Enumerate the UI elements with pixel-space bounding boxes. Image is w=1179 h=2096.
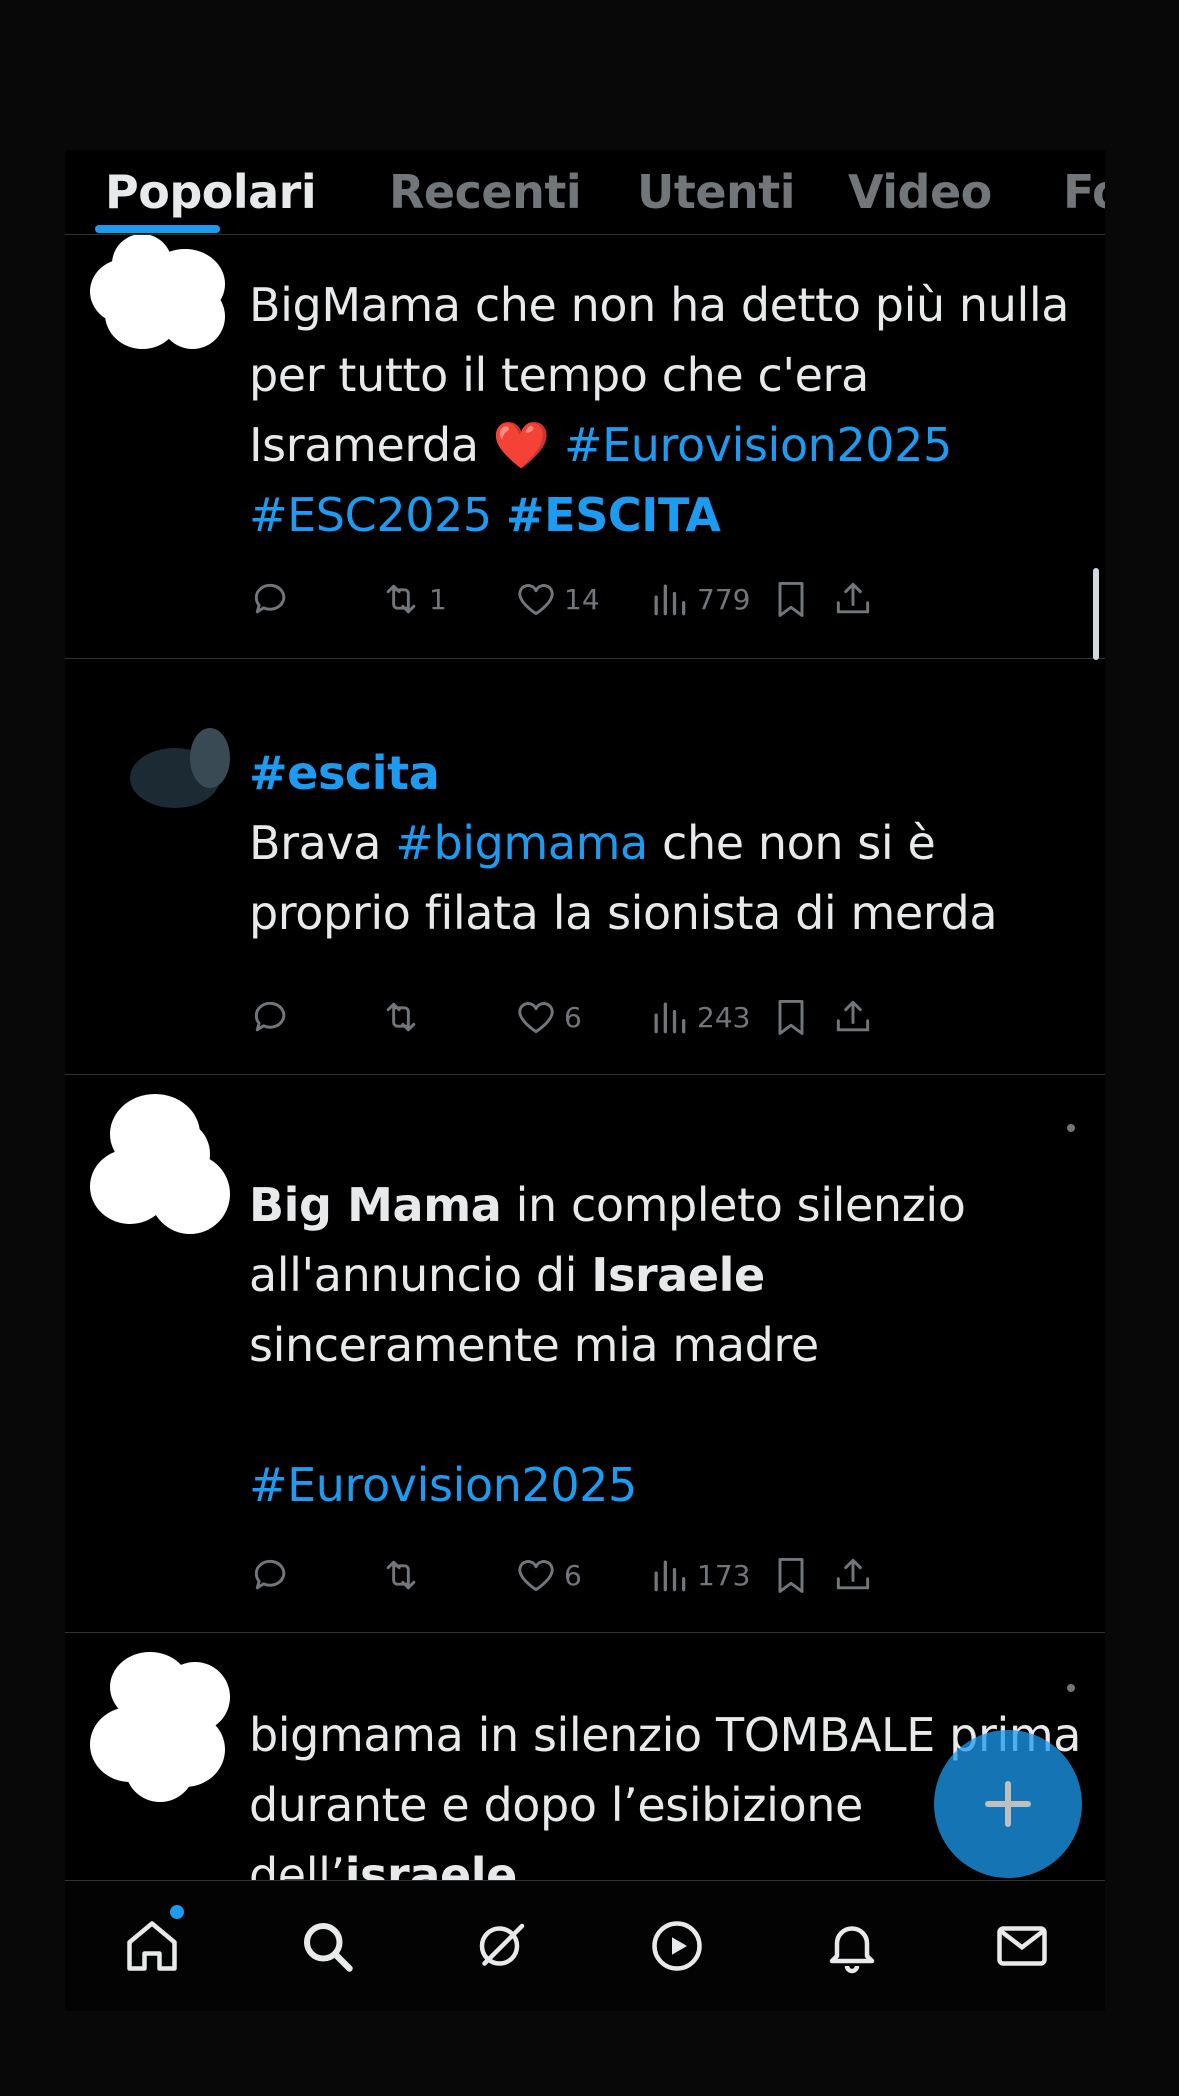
post[interactable]: Big Mama in completo silenzio all'annunc…	[65, 1074, 1105, 1633]
post-actions: 6 243	[249, 992, 1084, 1042]
repost-button[interactable]: 1	[379, 574, 447, 624]
share-button[interactable]	[831, 574, 875, 624]
bookmark-icon	[778, 1557, 804, 1593]
messages-icon[interactable]	[987, 1911, 1057, 1981]
post[interactable]: BigMama che non ha detto più nulla per t…	[65, 234, 1105, 659]
tab-utenti[interactable]: Utenti	[637, 150, 796, 234]
share-icon	[836, 1558, 870, 1590]
avatar[interactable]	[90, 728, 230, 848]
hashtag-link[interactable]: #Eurovision2025	[564, 418, 952, 472]
tab-popolari[interactable]: Popolari	[105, 150, 317, 234]
bookmark-icon	[778, 581, 804, 617]
post-text: #escita Brava #bigmama che non si è propr…	[249, 738, 1099, 948]
views-button[interactable]: 173	[647, 1550, 750, 1600]
reply-icon	[254, 583, 286, 614]
plus-icon	[985, 1781, 1031, 1827]
avatar[interactable]	[90, 1094, 230, 1234]
views-icon	[654, 1560, 686, 1592]
like-button[interactable]: 6	[514, 992, 582, 1042]
hashtag-link[interactable]: #ESCITA	[506, 488, 721, 542]
hashtag-link[interactable]: #escita	[249, 746, 440, 800]
bottom-navigation	[65, 1880, 1105, 2011]
views-count: 173	[697, 1558, 751, 1592]
bookmark-icon	[778, 999, 804, 1035]
timeline: BigMama che non ha detto più nulla per t…	[65, 150, 1105, 1880]
avatar[interactable]	[90, 1652, 230, 1802]
share-icon	[836, 1000, 870, 1032]
hashtag-link[interactable]: #ESC2025	[249, 488, 492, 542]
repost-icon	[386, 584, 416, 614]
hashtag-link[interactable]: #bigmama	[395, 816, 648, 870]
reply-icon	[254, 1001, 286, 1032]
views-icon	[654, 584, 686, 616]
repost-count: 1	[429, 582, 447, 616]
bookmark-button[interactable]	[769, 992, 813, 1042]
more-options-icon[interactable]	[1067, 1684, 1075, 1692]
share-button[interactable]	[831, 992, 875, 1042]
heart-icon	[518, 1560, 554, 1592]
text-run	[550, 418, 564, 472]
active-tab-indicator	[95, 225, 220, 233]
search-icon[interactable]	[292, 1911, 362, 1981]
reply-button[interactable]	[249, 992, 299, 1042]
repost-button[interactable]	[379, 992, 429, 1042]
grok-icon[interactable]	[467, 1911, 537, 1981]
like-button[interactable]: 6	[514, 1550, 582, 1600]
more-options-icon[interactable]	[1067, 1124, 1075, 1132]
notification-dot	[170, 1905, 184, 1919]
views-count: 779	[697, 582, 751, 616]
post-text: BigMama che non ha detto più nulla per t…	[249, 270, 1079, 550]
tab-following[interactable]: Fo	[1063, 150, 1105, 234]
scrollbar[interactable]	[1093, 568, 1099, 660]
like-button[interactable]: 14	[514, 574, 600, 624]
share-icon	[836, 582, 870, 614]
reply-button[interactable]	[249, 574, 299, 624]
avatar[interactable]	[90, 234, 230, 354]
post[interactable]: #escita Brava #bigmama che non si è propr…	[65, 658, 1105, 1075]
repost-icon	[386, 1560, 416, 1590]
views-button[interactable]: 779	[647, 574, 750, 624]
heart-emoji: ❤️	[492, 418, 550, 472]
repost-icon	[386, 1002, 416, 1032]
share-button[interactable]	[831, 1550, 875, 1600]
like-count: 6	[564, 1558, 582, 1592]
highlighted-text: Big Mama	[249, 1178, 502, 1232]
like-count: 14	[564, 582, 600, 616]
heart-icon	[518, 584, 554, 616]
highlighted-text: Israele	[591, 1248, 765, 1302]
views-count: 243	[697, 1000, 751, 1034]
bookmark-button[interactable]	[769, 1550, 813, 1600]
highlighted-text: israele	[344, 1848, 518, 1880]
bookmark-button[interactable]	[769, 574, 813, 624]
search-tabs: Popolari Recenti Utenti Video Fo	[65, 150, 1105, 235]
post-actions: 1 14 779	[249, 574, 1084, 624]
tab-recenti[interactable]: Recenti	[389, 150, 582, 234]
text-run	[492, 488, 506, 542]
post-actions: 6 173	[249, 1550, 1084, 1600]
tab-video[interactable]: Video	[848, 150, 992, 234]
text-run: sinceramente mia madre	[249, 1318, 819, 1372]
home-icon[interactable]	[117, 1911, 187, 1981]
repost-button[interactable]	[379, 1550, 429, 1600]
reply-button[interactable]	[249, 1550, 299, 1600]
views-icon	[654, 1002, 686, 1034]
reply-icon	[254, 1559, 286, 1590]
notifications-icon[interactable]	[817, 1911, 887, 1981]
hashtag-link[interactable]: #Eurovision2025	[249, 1458, 637, 1512]
heart-icon	[518, 1002, 554, 1034]
video-icon[interactable]	[642, 1911, 712, 1981]
compose-button[interactable]	[934, 1730, 1082, 1878]
post-text: Big Mama in completo silenzio all'annunc…	[249, 1170, 1079, 1520]
like-count: 6	[564, 1000, 582, 1034]
views-button[interactable]: 243	[647, 992, 750, 1042]
text-run: Brava	[249, 816, 396, 870]
